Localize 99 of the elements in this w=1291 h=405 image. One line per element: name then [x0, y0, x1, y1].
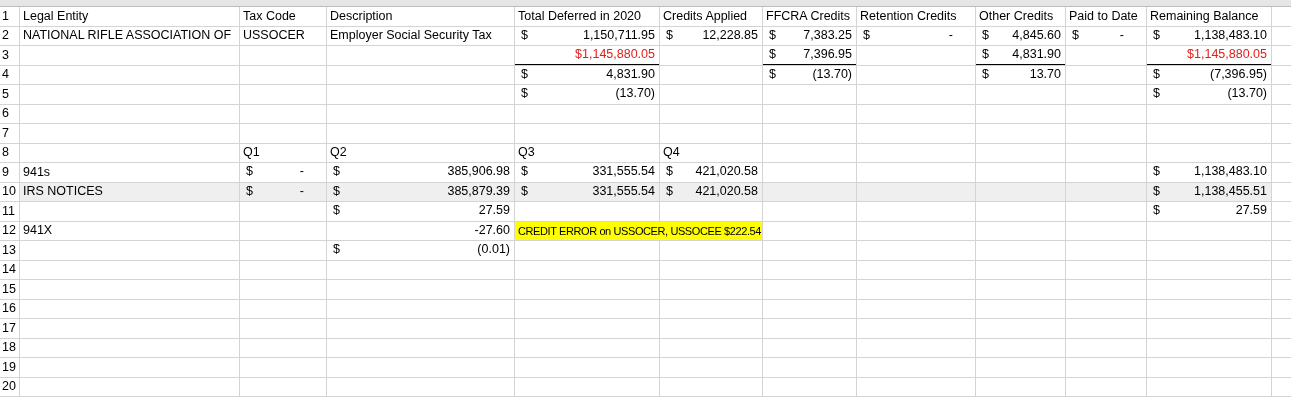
- currency-symbol: $: [982, 46, 989, 64]
- row-number: 6: [2, 105, 9, 123]
- cell-text: Remaining Balance: [1150, 7, 1259, 25]
- row-number: 11: [2, 202, 15, 220]
- row-number: 7: [2, 124, 9, 142]
- cell-value: (13.70): [615, 85, 655, 103]
- row-number: 8: [2, 144, 9, 162]
- currency-symbol: $: [769, 46, 776, 64]
- cell-text: Q1: [243, 144, 260, 162]
- currency-symbol: $: [1153, 65, 1160, 83]
- row-number: 15: [2, 280, 16, 298]
- cell-value: (13.70): [812, 65, 852, 83]
- cell-value: 1,138,455.51: [1194, 182, 1267, 200]
- cell-text: FFCRA Credits: [766, 7, 851, 25]
- cell-value: (7,396.95): [1210, 65, 1267, 83]
- cell-value: -: [1119, 26, 1124, 44]
- cell-value: 27.59: [478, 202, 510, 220]
- cell-value: (13.70): [1227, 85, 1267, 103]
- currency-symbol: $: [333, 202, 340, 220]
- cell-value: 4,831.90: [1012, 46, 1061, 64]
- currency-symbol: $: [666, 26, 673, 44]
- cell-text: 941s: [23, 163, 51, 181]
- currency-symbol: $: [521, 182, 528, 200]
- cell-value: -: [948, 26, 953, 44]
- row-number: 12: [2, 222, 16, 240]
- row-number: 14: [2, 261, 16, 279]
- cell-value: $1,145,880.05: [1187, 46, 1267, 64]
- row-number: 2: [2, 27, 9, 45]
- currency-symbol: $: [333, 182, 340, 200]
- row-number: 20: [2, 378, 16, 396]
- row-number: 1: [2, 7, 9, 25]
- cell-text: NATIONAL RIFLE ASSOCIATION OF: [23, 27, 232, 45]
- cell-value: $1,145,880.05: [575, 46, 655, 64]
- row-number: 16: [2, 300, 16, 318]
- currency-symbol: $: [1153, 163, 1160, 181]
- currency-symbol: $: [982, 26, 989, 44]
- currency-symbol: $: [1153, 182, 1160, 200]
- cell-text: Tax Code: [243, 7, 296, 25]
- cell-value: 27.59: [1235, 202, 1267, 220]
- currency-symbol: $: [1153, 202, 1160, 220]
- row-number: 9: [2, 163, 9, 181]
- currency-symbol: $: [521, 163, 528, 181]
- currency-symbol: $: [521, 85, 528, 103]
- cell-value: -: [299, 182, 304, 200]
- cell-text: Retention Credits: [860, 7, 957, 25]
- row-number: 4: [2, 66, 9, 84]
- cell-text: Q4: [663, 144, 680, 162]
- cell-value: 385,879.39: [447, 182, 510, 200]
- cell-value: 1,138,483.10: [1194, 26, 1267, 44]
- currency-symbol: $: [666, 182, 673, 200]
- cell-value: 7,396.95: [803, 46, 852, 64]
- cell-value: 385,906.98: [447, 163, 510, 181]
- currency-symbol: $: [521, 65, 528, 83]
- cell-value: (0.01): [477, 241, 510, 259]
- cell-value: 7,383.25: [803, 26, 852, 44]
- cell-text: Paid to Date: [1069, 7, 1138, 25]
- cell-value: 421,020.58: [695, 182, 758, 200]
- cell-value: -27.60: [474, 221, 510, 239]
- row-number: 19: [2, 358, 16, 376]
- currency-symbol: $: [769, 65, 776, 83]
- cell-value: 13.70: [1029, 65, 1061, 83]
- currency-symbol: $: [246, 163, 253, 181]
- cell-text: Q2: [330, 144, 347, 162]
- cell-text: Q3: [518, 144, 535, 162]
- cell-text: Employer Social Security Tax: [330, 27, 492, 45]
- row-number: 13: [2, 241, 16, 259]
- cell-value: 4,831.90: [606, 65, 655, 83]
- row-number: 17: [2, 319, 16, 337]
- currency-symbol: $: [769, 26, 776, 44]
- cell-text: Total Deferred in 2020: [518, 7, 641, 25]
- cell-text: Credits Applied: [663, 7, 748, 25]
- row-number: 10: [2, 183, 16, 201]
- cell-value: 421,020.58: [695, 163, 758, 181]
- currency-symbol: $: [521, 26, 528, 44]
- cell-text: 941X: [23, 222, 53, 240]
- currency-symbol: $: [1153, 85, 1160, 103]
- currency-symbol: $: [666, 163, 673, 181]
- row-number: 18: [2, 339, 16, 357]
- cell-value: 4,845.60: [1012, 26, 1061, 44]
- cell-value: 12,228.85: [702, 26, 758, 44]
- cell-text: IRS NOTICES: [23, 183, 103, 201]
- cell-value: -: [299, 163, 304, 181]
- currency-symbol: $: [333, 163, 340, 181]
- row-number: 5: [2, 85, 9, 103]
- cell-value: 1,150,711.95: [582, 26, 655, 44]
- cell-value: 1,138,483.10: [1194, 163, 1267, 181]
- currency-symbol: $: [1153, 26, 1160, 44]
- row-number: 3: [2, 46, 9, 64]
- currency-symbol: $: [982, 65, 989, 83]
- cell-text: Description: [330, 7, 393, 25]
- currency-symbol: $: [1072, 26, 1079, 44]
- cell-value: 331,555.54: [592, 182, 655, 200]
- cell-value: 331,555.54: [592, 163, 655, 181]
- cell-text: Other Credits: [979, 7, 1054, 25]
- cell-text: USSOCER: [243, 27, 305, 45]
- currency-symbol: $: [333, 241, 340, 259]
- cell-text: Legal Entity: [23, 7, 89, 25]
- currency-symbol: $: [863, 26, 870, 44]
- currency-symbol: $: [246, 182, 253, 200]
